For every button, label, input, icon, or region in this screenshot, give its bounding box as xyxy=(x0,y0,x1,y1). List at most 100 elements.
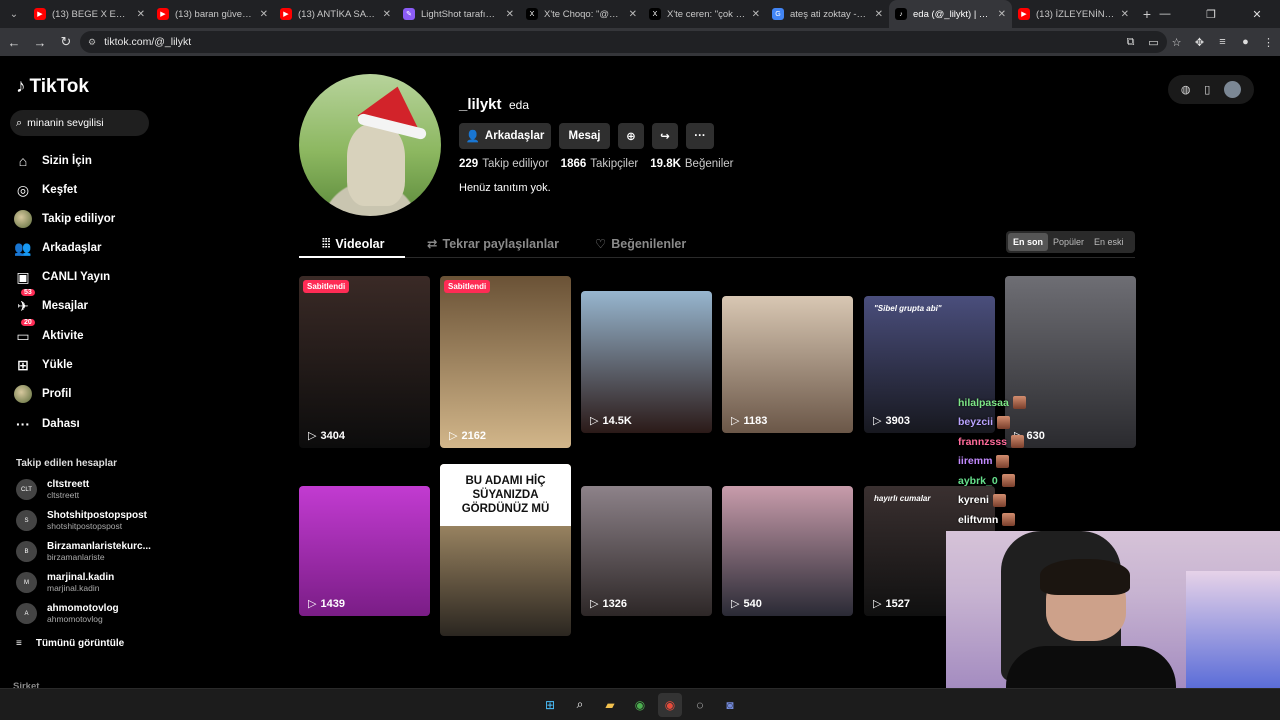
start-icon[interactable]: ⊞ xyxy=(538,693,562,717)
taskbar-search-icon[interactable]: ⌕ xyxy=(568,693,592,717)
browser-tab[interactable]: X X'te Choqo: "@Bulva ✕ xyxy=(520,0,643,28)
video-thumbnail[interactable]: ▷ 14.5K xyxy=(581,291,712,433)
search-input[interactable]: ⌕ minanin sevgilisi xyxy=(10,110,149,136)
following-account[interactable]: CLT cltstreett cltstreett xyxy=(16,479,89,500)
browser-tab[interactable]: ▶ (13) İZLEYENİN YÜRE ✕ xyxy=(1012,0,1135,28)
tab-liked[interactable]: ♡ Beğenilenler xyxy=(595,236,686,252)
tab-close-icon[interactable]: ✕ xyxy=(752,9,760,20)
avatar: B xyxy=(16,541,37,562)
following-stat[interactable]: 229 Takip ediliyor xyxy=(459,158,549,170)
tab-close-icon[interactable]: ✕ xyxy=(998,9,1006,20)
friends-icon: 👥 xyxy=(14,239,32,256)
chrome-profile-icon[interactable]: ◉ xyxy=(658,692,682,717)
browser-tab[interactable]: X X'te ceren: "çok üzüc ✕ xyxy=(643,0,766,28)
followers-stat[interactable]: 1866 Takipçiler xyxy=(561,158,639,170)
discord-icon[interactable]: ◙ xyxy=(718,693,742,717)
profile-icon[interactable]: ● xyxy=(1234,36,1257,48)
video-thumbnail[interactable]: ▷ 1326 xyxy=(581,486,712,616)
browser-tab[interactable]: ✎ LightShot tarafından ✕ xyxy=(397,0,520,28)
maximize-icon[interactable]: ❐ xyxy=(1188,0,1234,28)
browser-tab[interactable]: ▶ (13) baran güven - Yo ✕ xyxy=(151,0,274,28)
sort-newest[interactable]: En son xyxy=(1008,233,1049,251)
address-bar[interactable]: ⚙ tiktok.com/@_lilykt xyxy=(80,31,1167,53)
following-account[interactable]: S Shotshitpostopspost shotshitpostopspost xyxy=(16,510,147,531)
video-thumbnail[interactable]: ▷ 540 xyxy=(722,486,853,616)
video-thumbnail[interactable]: ▷ 1183 xyxy=(722,296,853,433)
extensions-icon[interactable]: ✥ xyxy=(1188,36,1211,49)
tab-title: (13) BEGE X EFESAVA xyxy=(52,8,131,20)
close-window-icon[interactable]: ✕ xyxy=(1234,0,1280,28)
share-icon[interactable]: ↪ xyxy=(652,123,678,149)
minimize-icon[interactable]: — xyxy=(1142,0,1188,28)
back-icon[interactable]: ← xyxy=(2,30,26,54)
site-info-icon[interactable]: ⚙ xyxy=(88,37,96,48)
obs-icon[interactable]: ◌ xyxy=(688,693,712,717)
message-button[interactable]: Mesaj xyxy=(559,123,610,149)
play-icon: ▷ xyxy=(449,430,458,442)
device-icon[interactable]: ▯ xyxy=(1204,83,1210,96)
tab-close-icon[interactable]: ✕ xyxy=(875,9,883,20)
tab-title: (13) baran güven - Yo xyxy=(175,8,254,20)
sidebar-item-messages[interactable]: ✈ 53 Mesajlar xyxy=(14,289,88,315)
tab-reposts[interactable]: ⇄ Tekrar paylaşılanlar xyxy=(427,236,559,252)
more-options-icon[interactable]: ··· xyxy=(686,123,714,149)
account-handle: cltstreett xyxy=(47,490,80,500)
play-icon: ▷ xyxy=(308,598,317,610)
user-avatar[interactable] xyxy=(1224,81,1242,98)
following-accounts-title: Takip edilen hesaplar xyxy=(16,458,117,469)
friends-button[interactable]: 👤 Arkadaşlar xyxy=(459,123,551,149)
tab-close-icon[interactable]: ✕ xyxy=(629,9,637,20)
following-account[interactable]: Aahmomotovlog ahmomotovlog xyxy=(16,603,119,624)
tab-close-icon[interactable]: ✕ xyxy=(137,9,145,20)
account-name: cltstreett xyxy=(47,479,90,490)
play-icon: ▷ xyxy=(308,430,317,442)
tab-close-icon[interactable]: ✕ xyxy=(506,9,514,20)
browser-tab[interactable]: Gateş ati zoktay - Goo ✕ xyxy=(766,0,889,28)
menu-icon[interactable]: ⋮ xyxy=(1257,36,1280,49)
sidebar-item-label: Aktivite xyxy=(42,330,84,342)
sidebar-item-friends[interactable]: 👥 Arkadaşlar xyxy=(14,239,101,257)
tab-close-icon[interactable]: ✕ xyxy=(1121,9,1129,20)
file-explorer-icon[interactable]: ▰ xyxy=(598,693,622,717)
upload-icon: ⊞ xyxy=(17,356,29,373)
media-icon[interactable]: ≡ xyxy=(1211,36,1234,48)
tab-close-icon[interactable]: ✕ xyxy=(260,9,268,20)
video-thumbnail[interactable]: ▷630 xyxy=(1005,276,1136,448)
sidebar-item-activity[interactable]: ▭ 20 Aktivite xyxy=(14,319,84,345)
chrome-icon[interactable]: ◉ xyxy=(628,693,652,717)
tiktok-logo[interactable]: ♪ TikTok xyxy=(16,76,89,98)
view-count: ▷ 1527 xyxy=(873,597,910,611)
coins-icon[interactable]: ◍ xyxy=(1181,83,1191,96)
sidebar-item-compass[interactable]: ◎ Keşfet xyxy=(14,181,77,199)
bookmark-star-icon[interactable]: ☆ xyxy=(1165,36,1188,49)
video-thumbnail[interactable]: Sabitlendi ▷ 2162 xyxy=(440,276,571,448)
translate-icon[interactable]: ⧉ xyxy=(1119,36,1142,49)
video-thumbnail[interactable]: BU ADAMI HİÇ SÜYANIZDA GÖRDÜNÜZ MÜ xyxy=(440,464,571,636)
following-account[interactable]: Mmarjinal.kadin marjinal.kadin xyxy=(16,572,114,593)
see-all-link[interactable]: ≡ Tümünü görüntüle xyxy=(16,638,124,649)
tab-videos[interactable]: ⦙⦙⦙ Videolar xyxy=(322,236,385,251)
video-thumbnail[interactable]: "Sibel grupta abi" ▷ 3903 xyxy=(864,296,995,433)
browser-tab[interactable]: ▶ (13) BEGE X EFESAVA ✕ xyxy=(28,0,151,28)
sidebar-item-home[interactable]: ⌂ Sizin İçin xyxy=(14,152,92,170)
reload-icon[interactable]: ↻ xyxy=(54,30,78,54)
video-thumbnail[interactable]: ▷ 1439 xyxy=(299,486,430,616)
tab-search-icon[interactable]: ⌄ xyxy=(0,0,28,28)
sidebar-item-following-avatar[interactable]: Takip ediliyor xyxy=(14,210,115,228)
sort-oldest[interactable]: En eski xyxy=(1089,233,1129,251)
browser-tab[interactable]: ♪ eda (@_lilykt) | TikTok ✕ xyxy=(889,0,1012,28)
sidebar-item-upload[interactable]: ⊞ Yükle xyxy=(14,356,73,374)
sidebar-item-profile-avatar[interactable]: Profil xyxy=(14,385,71,403)
cast-icon[interactable]: ▭ xyxy=(1142,36,1165,49)
sidebar-item-live[interactable]: ▣ CANLI Yayın xyxy=(14,268,110,286)
tab-close-icon[interactable]: ✕ xyxy=(383,9,391,20)
chat-message: beyzcii xyxy=(958,415,1011,429)
following-account[interactable]: B Birzamanlaristekurc... birzamanlariste xyxy=(16,541,151,562)
sort-popular[interactable]: Popüler xyxy=(1048,233,1089,251)
forward-icon[interactable]: → xyxy=(28,30,52,54)
add-friend-icon[interactable]: ⊕ xyxy=(618,123,644,149)
browser-tab[interactable]: ▶ (13) ANTİKA SAVAŞLA ✕ xyxy=(274,0,397,28)
video-thumbnail[interactable]: Sabitlendi ▷ 3404 xyxy=(299,276,430,448)
sidebar-item-more[interactable]: ··· Dahası xyxy=(14,415,80,433)
profile-avatar[interactable] xyxy=(299,74,441,216)
